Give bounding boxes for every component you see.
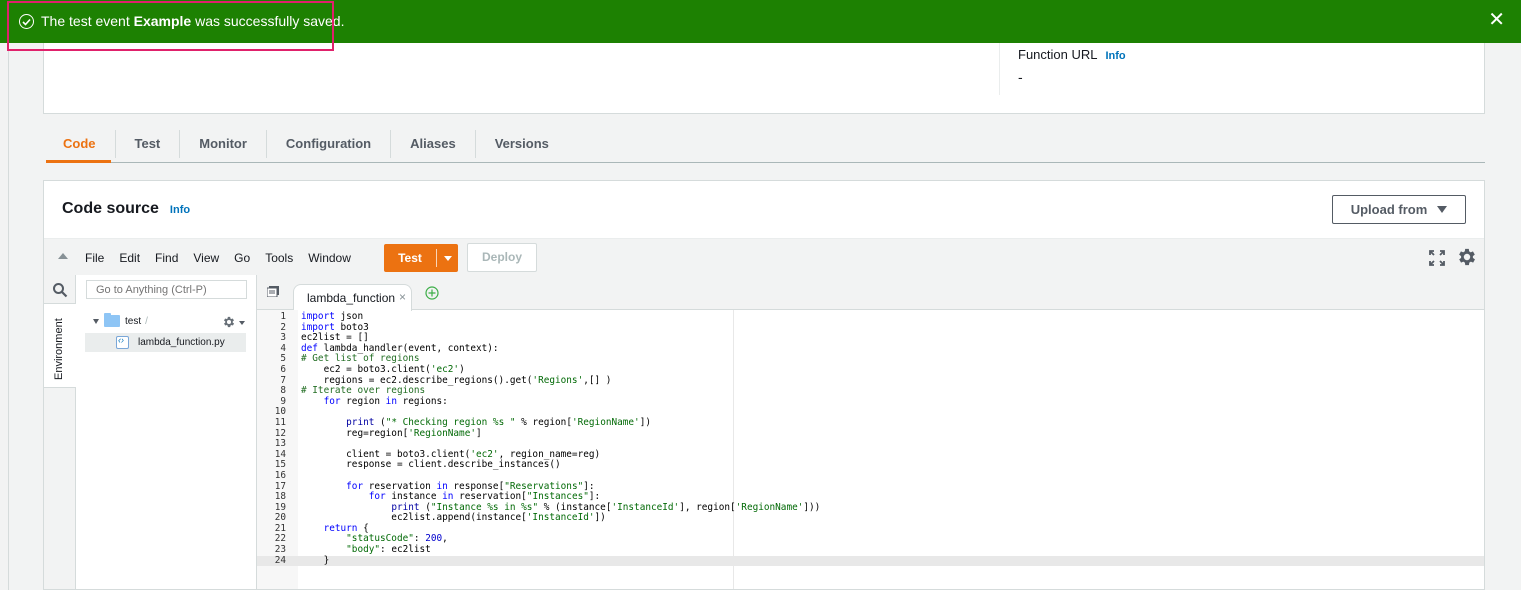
folder-suffix: / — [145, 315, 148, 327]
code-line[interactable]: 20 ec2list.append(instance['InstanceId']… — [257, 512, 1484, 524]
line-number: 11 — [274, 416, 286, 428]
test-button-separator — [436, 249, 437, 267]
upload-from-label: Upload from — [1350, 202, 1428, 217]
fullscreen-icon[interactable] — [1428, 249, 1446, 267]
editor-tab-label: lambda_function — [307, 291, 396, 305]
code-line[interactable]: 22 "statusCode": 200, — [257, 534, 1484, 545]
function-url-info-link[interactable]: Info — [1105, 50, 1125, 62]
document-list-icon[interactable] — [267, 286, 279, 297]
tree-file-lambda-function[interactable]: lambda_function.py — [85, 333, 246, 352]
folder-name: test — [125, 315, 142, 327]
code-line[interactable]: 24 } — [257, 554, 1484, 567]
menu-find[interactable]: Find — [155, 251, 178, 265]
tab-test[interactable]: Test — [114, 130, 180, 158]
tree-folder-test[interactable]: test / — [93, 313, 148, 327]
code-editor[interactable]: lambda_function × 1 import json 2 import bo… — [257, 275, 1484, 589]
code-source-heading: Code source Info — [62, 200, 190, 218]
goto-anything-input[interactable] — [86, 280, 247, 299]
menu-tools[interactable]: Tools — [265, 251, 293, 265]
file-tree: test / lambda_function.py — [77, 275, 257, 589]
line-number: 6 — [280, 363, 286, 375]
code-text: response = client.describe_instances() — [301, 459, 561, 471]
upload-from-button[interactable]: Upload from — [1332, 195, 1466, 224]
left-rail — [0, 0, 9, 590]
line-number: 1 — [280, 311, 286, 322]
deploy-button[interactable]: Deploy — [467, 243, 537, 272]
code-line[interactable]: 2 import boto3 — [257, 322, 1484, 334]
code-line[interactable]: 23 "body": ec2list — [257, 544, 1484, 556]
function-tabs: Code Test Monitor Configuration Aliases … — [46, 124, 568, 164]
code-content[interactable]: 1 import json 2 import boto3 3 ec2list = [] 4 d… — [257, 311, 1484, 567]
tab-close-icon[interactable]: × — [399, 290, 406, 304]
environment-tab[interactable]: Environment — [44, 303, 76, 388]
environment-rail: Environment — [44, 275, 76, 589]
code-text: } — [301, 554, 330, 566]
caret-down-icon — [443, 255, 452, 261]
code-line[interactable]: 7 regions = ec2.describe_regions().get('… — [257, 375, 1484, 387]
environment-tab-label: Environment — [53, 318, 65, 380]
editor-tab-lambda-function[interactable]: lambda_function × — [293, 284, 412, 311]
function-url-label-text: Function URL — [1018, 47, 1098, 62]
code-source-title: Code source — [62, 200, 159, 217]
highlight-box — [7, 1, 334, 51]
menu-file[interactable]: File — [85, 251, 104, 265]
function-url-value: - — [1018, 69, 1023, 85]
success-flash-banner: The test event Example was successfully … — [0, 0, 1521, 51]
ide-body: Environment test / lambda_function.py — [44, 275, 1484, 589]
menu-window[interactable]: Window — [308, 251, 351, 265]
code-line[interactable]: 4 def lambda_handler(event, context): — [257, 343, 1484, 355]
code-text: reg=region['RegionName'] — [301, 427, 482, 439]
caret-down-icon — [1437, 206, 1448, 213]
test-button-label: Test — [398, 251, 422, 265]
menu-go[interactable]: Go — [234, 251, 250, 265]
add-tab-icon[interactable] — [425, 286, 439, 300]
tab-configuration[interactable]: Configuration — [265, 130, 390, 158]
code-source-info-link[interactable]: Info — [170, 204, 190, 216]
line-number: 16 — [274, 469, 286, 481]
folder-icon — [104, 313, 120, 327]
code-text: print ("* Checking region %s " % region[… — [346, 416, 651, 428]
code-line[interactable]: 12 reg=region['RegionName'] — [257, 427, 1484, 440]
gear-icon[interactable] — [1456, 246, 1478, 268]
tab-versions[interactable]: Versions — [474, 130, 568, 158]
tab-code[interactable]: Code — [46, 130, 115, 158]
function-url-label: Function URL Info — [1018, 47, 1126, 62]
test-button[interactable]: Test — [384, 244, 458, 272]
code-line[interactable]: 9 for region in regions: — [257, 395, 1484, 408]
overview-divider — [999, 43, 1000, 95]
ide-toolbar: File Edit Find View Go Tools Window Test… — [44, 238, 1484, 275]
search-icon[interactable] — [52, 282, 68, 298]
editor-tab-bar: lambda_function × — [257, 275, 1484, 311]
ide-menu-bar: File Edit Find View Go Tools Window — [85, 239, 366, 276]
tree-settings-gear-icon[interactable] — [222, 315, 236, 329]
code-line[interactable]: 6 ec2 = boto3.client('ec2') — [257, 363, 1484, 376]
collapse-icon[interactable] — [58, 253, 68, 259]
menu-edit[interactable]: Edit — [119, 251, 140, 265]
line-number: 24 — [274, 554, 286, 566]
code-source-card: Code source Info Upload from File Edit Fi… — [43, 180, 1485, 590]
python-file-icon — [116, 335, 129, 349]
code-text: ec2 = boto3.client('ec2') — [301, 363, 465, 375]
code-line[interactable]: 15 response = client.describe_instances(… — [257, 460, 1484, 471]
tree-file-name: lambda_function.py — [138, 337, 225, 348]
code-text: for region in regions: — [323, 395, 448, 407]
active-tab-indicator — [46, 160, 111, 163]
tab-monitor[interactable]: Monitor — [179, 130, 266, 158]
tree-gear-caret-icon[interactable] — [239, 321, 245, 325]
menu-view[interactable]: View — [193, 251, 219, 265]
close-icon[interactable]: ✕ — [1488, 10, 1505, 30]
tab-aliases[interactable]: Aliases — [390, 130, 475, 158]
function-overview-card: Function URL Info - — [43, 43, 1485, 114]
code-line[interactable]: 1 import json — [257, 311, 1484, 323]
test-dropdown-button[interactable] — [437, 244, 458, 272]
expand-triangle-icon[interactable] — [93, 318, 99, 324]
